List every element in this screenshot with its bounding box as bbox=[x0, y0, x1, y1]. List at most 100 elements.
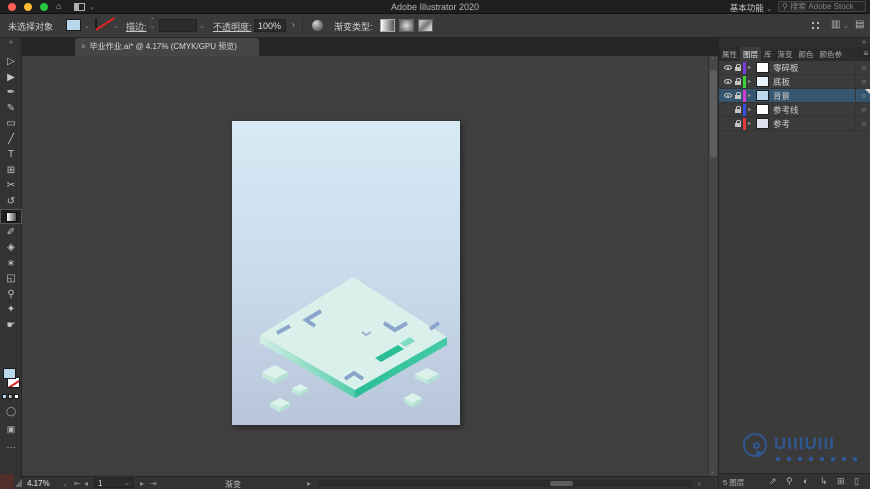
expand-layer-icon[interactable]: ▸ bbox=[748, 106, 756, 113]
fill-color-swatch[interactable] bbox=[66, 19, 81, 31]
prev-artboard-icon[interactable]: ◂ bbox=[84, 479, 88, 488]
lock-toggle[interactable] bbox=[733, 64, 743, 71]
expand-layer-icon[interactable]: ▸ bbox=[748, 78, 756, 85]
expand-arrow-icon[interactable]: › bbox=[292, 20, 295, 29]
rotate-tool[interactable]: ↺ bbox=[0, 194, 22, 209]
scroll-up-icon[interactable]: ⌃ bbox=[710, 57, 715, 64]
blend-tool[interactable]: ◈ bbox=[0, 240, 22, 255]
touch-workspace-icon[interactable] bbox=[812, 22, 820, 30]
resize-grip-icon[interactable] bbox=[15, 479, 22, 487]
next-artboard-icon[interactable]: ▸ bbox=[140, 479, 144, 488]
lock-toggle[interactable] bbox=[733, 120, 743, 127]
artboard[interactable] bbox=[232, 121, 460, 425]
new-sublayer-icon[interactable]: ↳ bbox=[820, 476, 828, 487]
layer-row[interactable]: ▸ 零碎板 ○ bbox=[719, 61, 870, 75]
zoom-tool[interactable]: ⚲ bbox=[0, 287, 22, 302]
document-setup-icon[interactable]: ▤ bbox=[855, 19, 864, 30]
scroll-right-icon[interactable]: › bbox=[698, 479, 701, 488]
draw-mode-icon[interactable]: ◯ bbox=[0, 406, 22, 417]
stroke-stepper[interactable]: ⌃ ⌄ bbox=[150, 18, 155, 30]
visibility-toggle[interactable] bbox=[722, 79, 733, 84]
panel-tab-1[interactable]: 属性 bbox=[719, 47, 740, 62]
last-artboard-icon[interactable]: ⇥ bbox=[150, 479, 157, 488]
freeform-gradient-button[interactable] bbox=[418, 19, 433, 32]
artboard-tool[interactable]: ⊞ bbox=[0, 163, 22, 178]
layer-row[interactable]: ▸ 参考线 ○ bbox=[719, 103, 870, 117]
delete-selection-icon[interactable]: ▯ bbox=[854, 476, 859, 487]
expand-layer-icon[interactable]: ▸ bbox=[748, 64, 756, 71]
collect-for-export-icon[interactable]: ⇗ bbox=[769, 476, 777, 487]
lock-toggle[interactable] bbox=[733, 106, 743, 113]
linear-gradient-button[interactable] bbox=[380, 19, 395, 32]
pen-tool[interactable]: ✒ bbox=[0, 85, 22, 100]
scroll-down-icon[interactable]: ⌄ bbox=[710, 468, 715, 475]
scissors-tool[interactable]: ✂ bbox=[0, 178, 22, 193]
curvature-tool[interactable]: ✎ bbox=[0, 101, 22, 116]
line-segment-tool[interactable]: ╱ bbox=[0, 132, 22, 147]
more-tools-icon[interactable]: ⋯ bbox=[0, 442, 22, 453]
layer-name[interactable]: 参考线 bbox=[773, 104, 855, 116]
screen-mode-icon[interactable]: ▣ bbox=[0, 424, 22, 435]
panel-tab-4[interactable]: 渐变 bbox=[775, 47, 796, 62]
layer-thumbnail[interactable] bbox=[756, 118, 769, 129]
first-artboard-icon[interactable]: ⇤ bbox=[74, 479, 81, 488]
hscroll-thumb[interactable] bbox=[550, 481, 573, 486]
width-tool[interactable]: ✦ bbox=[0, 302, 22, 317]
layer-name[interactable]: 底板 bbox=[773, 76, 855, 88]
target-circle[interactable]: ○ bbox=[855, 89, 870, 102]
status-expand-icon[interactable]: ▸ bbox=[307, 479, 311, 488]
expand-layer-icon[interactable]: ▸ bbox=[748, 92, 756, 99]
target-circle[interactable]: ○ bbox=[855, 103, 870, 116]
radial-gradient-button[interactable] bbox=[399, 19, 414, 32]
hand-tool[interactable]: ☛ bbox=[0, 318, 22, 333]
toolbar-fill-swatch[interactable] bbox=[3, 368, 16, 379]
shape-builder-tool[interactable]: ◱ bbox=[0, 271, 22, 286]
layer-thumbnail[interactable] bbox=[756, 62, 769, 73]
stroke-weight-field[interactable] bbox=[159, 19, 197, 32]
new-layer-icon[interactable]: ⊞ bbox=[837, 476, 845, 487]
chevron-down-icon[interactable]: ⌄ bbox=[62, 480, 68, 488]
eyedropper-tool[interactable]: ✐ bbox=[0, 225, 22, 240]
chevron-down-icon[interactable]: ⌄ bbox=[199, 22, 205, 30]
arrange-documents-icon[interactable]: ▥ bbox=[831, 19, 840, 30]
chevron-down-icon[interactable]: ⌄ bbox=[113, 22, 119, 30]
gradient-sphere-icon[interactable] bbox=[312, 20, 323, 31]
visibility-toggle[interactable] bbox=[722, 93, 733, 98]
close-tab-icon[interactable]: × bbox=[81, 42, 86, 51]
document-tab[interactable]: × 毕业作业.ai* @ 4.17% (CMYK/GPU 预览) bbox=[75, 38, 259, 56]
layer-row[interactable]: ▸ 参考 ○ bbox=[719, 117, 870, 131]
stroke-weight-label[interactable]: 描边: bbox=[126, 20, 147, 33]
layer-row[interactable]: ▸ 背景 ○ bbox=[719, 89, 870, 103]
workspace-switcher[interactable]: 基本功能 ⌄ bbox=[730, 2, 772, 14]
type-tool[interactable]: T bbox=[0, 147, 22, 162]
toolbar-collapse-icon[interactable]: » bbox=[0, 39, 22, 46]
artboard-number-field[interactable]: 1 ⌄ bbox=[94, 478, 134, 488]
layer-name[interactable]: 参考 bbox=[773, 118, 855, 130]
panel-menu-icon[interactable]: ≡ bbox=[863, 49, 868, 58]
chevron-down-icon[interactable]: ⌄ bbox=[843, 22, 849, 30]
layer-name[interactable]: 零碎板 bbox=[773, 62, 855, 74]
canvas[interactable]: ⌃ ⌄ bbox=[22, 56, 718, 476]
visibility-toggle[interactable] bbox=[722, 65, 733, 70]
stroke-color-swatch[interactable] bbox=[95, 18, 97, 30]
selection-tool[interactable]: ▷ bbox=[0, 54, 22, 69]
target-circle[interactable]: ○ bbox=[855, 61, 870, 74]
vscroll-thumb[interactable] bbox=[710, 70, 717, 158]
layer-thumbnail[interactable] bbox=[756, 90, 769, 101]
layer-row[interactable]: ▸ 底板 ○ bbox=[719, 75, 870, 89]
color-mode-buttons[interactable] bbox=[2, 394, 20, 400]
lock-toggle[interactable] bbox=[733, 92, 743, 99]
panel-tab-3[interactable]: 库 bbox=[761, 47, 775, 62]
locate-object-icon[interactable]: ⚲ bbox=[786, 476, 793, 487]
make-clip-mask-icon[interactable]: ◐ bbox=[803, 476, 808, 486]
chevron-down-icon[interactable]: ⌄ bbox=[84, 22, 90, 30]
panel-tab-6[interactable]: 颜色参 bbox=[817, 47, 846, 62]
dock-collapse-icon[interactable]: » bbox=[862, 39, 866, 46]
layer-thumbnail[interactable] bbox=[756, 76, 769, 87]
gradient-tool[interactable] bbox=[0, 209, 22, 224]
rectangle-tool[interactable]: ▭ bbox=[0, 116, 22, 131]
horizontal-scrollbar[interactable] bbox=[318, 480, 692, 487]
adobe-stock-search-input[interactable]: ⚲ 搜索 Adobe Stock bbox=[778, 1, 866, 12]
direct-selection-tool[interactable]: ▶ bbox=[0, 70, 22, 85]
target-circle[interactable]: ○ bbox=[855, 75, 870, 88]
